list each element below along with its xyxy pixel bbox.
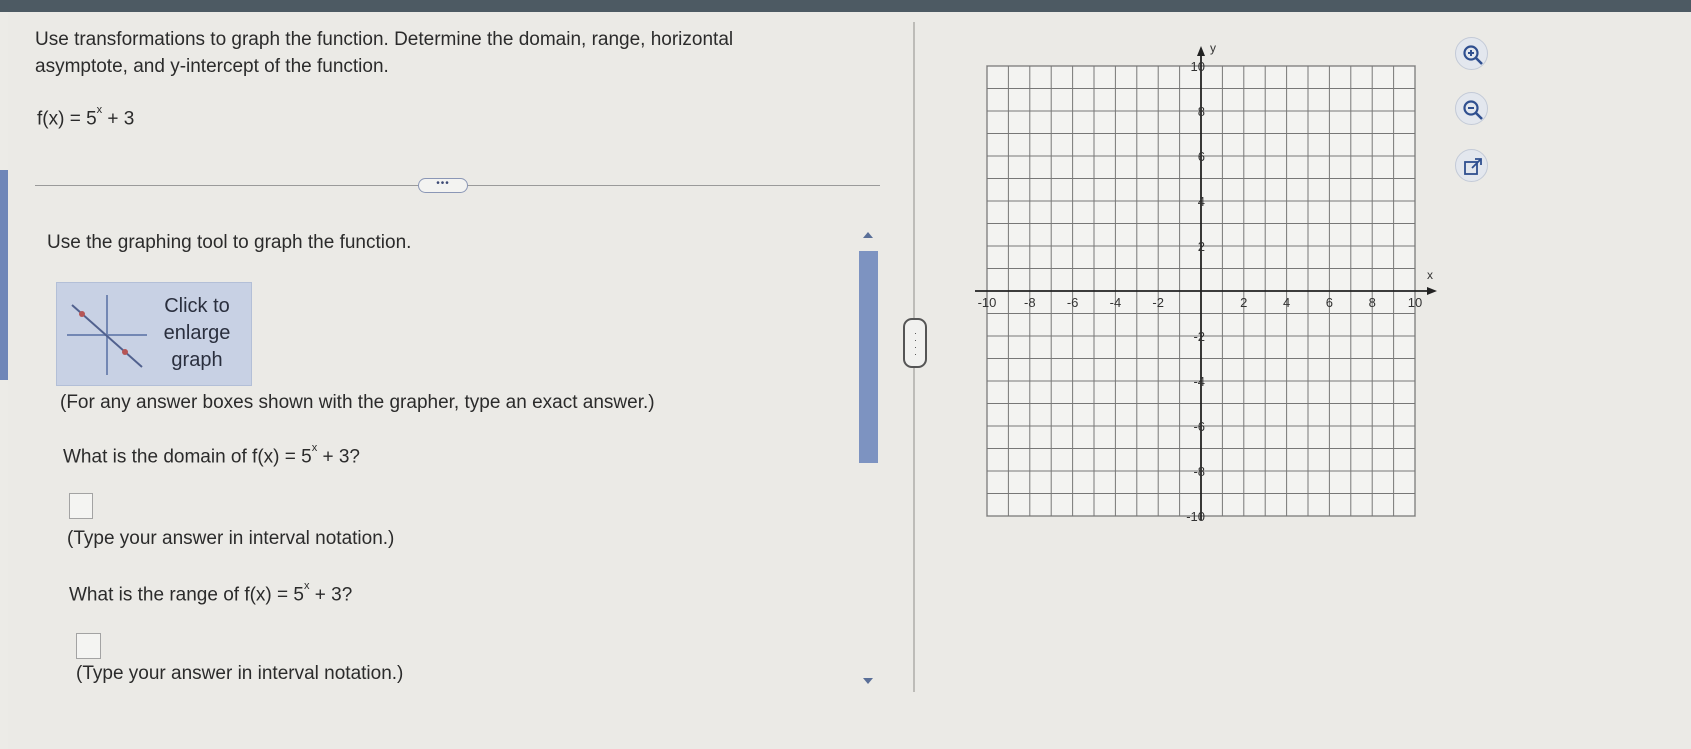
scroll-down-arrow-icon[interactable] — [863, 678, 873, 684]
function-definition: f(x) = 5x + 3 — [37, 104, 135, 130]
range-question-exponent: x — [303, 580, 310, 592]
question-text: Use transformations to graph the functio… — [35, 29, 734, 77]
domain-question-prefix: What is the domain of f(x) = 5 — [63, 446, 312, 468]
y-axis-label: y — [1210, 41, 1216, 55]
x-tick-label: -2 — [1152, 295, 1164, 310]
domain-answer-input[interactable] — [69, 493, 93, 519]
domain-question-suffix: + 3? — [317, 446, 360, 468]
domain-question: What is the domain of f(x) = 5x + 3? — [63, 442, 360, 468]
y-tick-label: -6 — [1193, 419, 1205, 434]
range-answer-input[interactable] — [76, 633, 101, 659]
graphing-area[interactable]: x y -10 -8 -6 -4 -2 2 4 6 8 10 10 8 6 4 2 -2 -4 -6 -8 -10 — [970, 34, 1440, 524]
y-axis-arrow-icon — [1197, 46, 1205, 56]
x-tick-label: 4 — [1283, 295, 1290, 310]
exact-answer-note: (For any answer boxes shown with the gra… — [60, 392, 655, 413]
instructions: Use the graphing tool to graph the funct… — [47, 232, 412, 253]
y-tick-label: 8 — [1198, 104, 1205, 119]
y-tick-label: -4 — [1193, 374, 1205, 389]
scroll-up-arrow-icon[interactable] — [863, 232, 873, 238]
function-prefix: f(x) = 5 — [37, 108, 97, 130]
scrollbar[interactable] — [857, 232, 879, 684]
y-tick-label: -2 — [1193, 329, 1205, 344]
pop-out-button[interactable] — [1455, 149, 1488, 182]
left-edge-marker — [0, 170, 8, 380]
range-question-suffix: + 3? — [309, 584, 353, 606]
y-tick-label: 6 — [1198, 149, 1205, 164]
enlarge-graph-label: Click to enlarge graph — [163, 295, 231, 371]
domain-question-exponent: x — [311, 442, 318, 454]
y-tick-label: 10 — [1191, 59, 1205, 74]
range-question-prefix: What is the range of f(x) = 5 — [69, 584, 304, 606]
top-bar — [0, 0, 1691, 12]
scroll-thumb[interactable] — [859, 251, 878, 463]
zoom-in-icon — [1463, 45, 1483, 65]
y-tick-label: 4 — [1198, 194, 1205, 209]
pop-out-icon — [1464, 158, 1482, 175]
panel-splitter-handle[interactable]: · · · · — [903, 318, 927, 368]
more-button[interactable]: ••• — [418, 178, 468, 193]
zoom-out-button[interactable] — [1455, 92, 1488, 125]
zoom-in-button[interactable] — [1455, 37, 1488, 70]
range-question: What is the range of f(x) = 5x + 3? — [69, 580, 353, 606]
x-tick-label: -10 — [978, 295, 997, 310]
x-axis-arrow-icon — [1427, 287, 1437, 295]
y-tick-label: -8 — [1193, 464, 1205, 479]
domain-hint: (Type your answer in interval notation.) — [67, 528, 395, 549]
x-tick-label: 8 — [1369, 295, 1376, 310]
x-axis-label: x — [1427, 268, 1433, 282]
x-tick-label: -4 — [1110, 295, 1122, 310]
enlarge-graph-button[interactable]: Click to enlarge graph — [56, 282, 252, 386]
x-tick-label: -8 — [1024, 295, 1036, 310]
y-tick-label: 2 — [1198, 239, 1205, 254]
function-suffix: + 3 — [102, 108, 135, 130]
zoom-out-icon — [1463, 100, 1483, 120]
x-tick-label: 6 — [1326, 295, 1333, 310]
x-tick-label: 2 — [1240, 295, 1247, 310]
graph-thumbnail-icon — [67, 295, 147, 375]
x-tick-label: -6 — [1067, 295, 1079, 310]
range-hint: (Type your answer in interval notation.) — [76, 663, 404, 684]
y-tick-label: -10 — [1186, 509, 1205, 524]
function-exponent: x — [96, 104, 103, 116]
x-tick-label: 10 — [1408, 295, 1422, 310]
